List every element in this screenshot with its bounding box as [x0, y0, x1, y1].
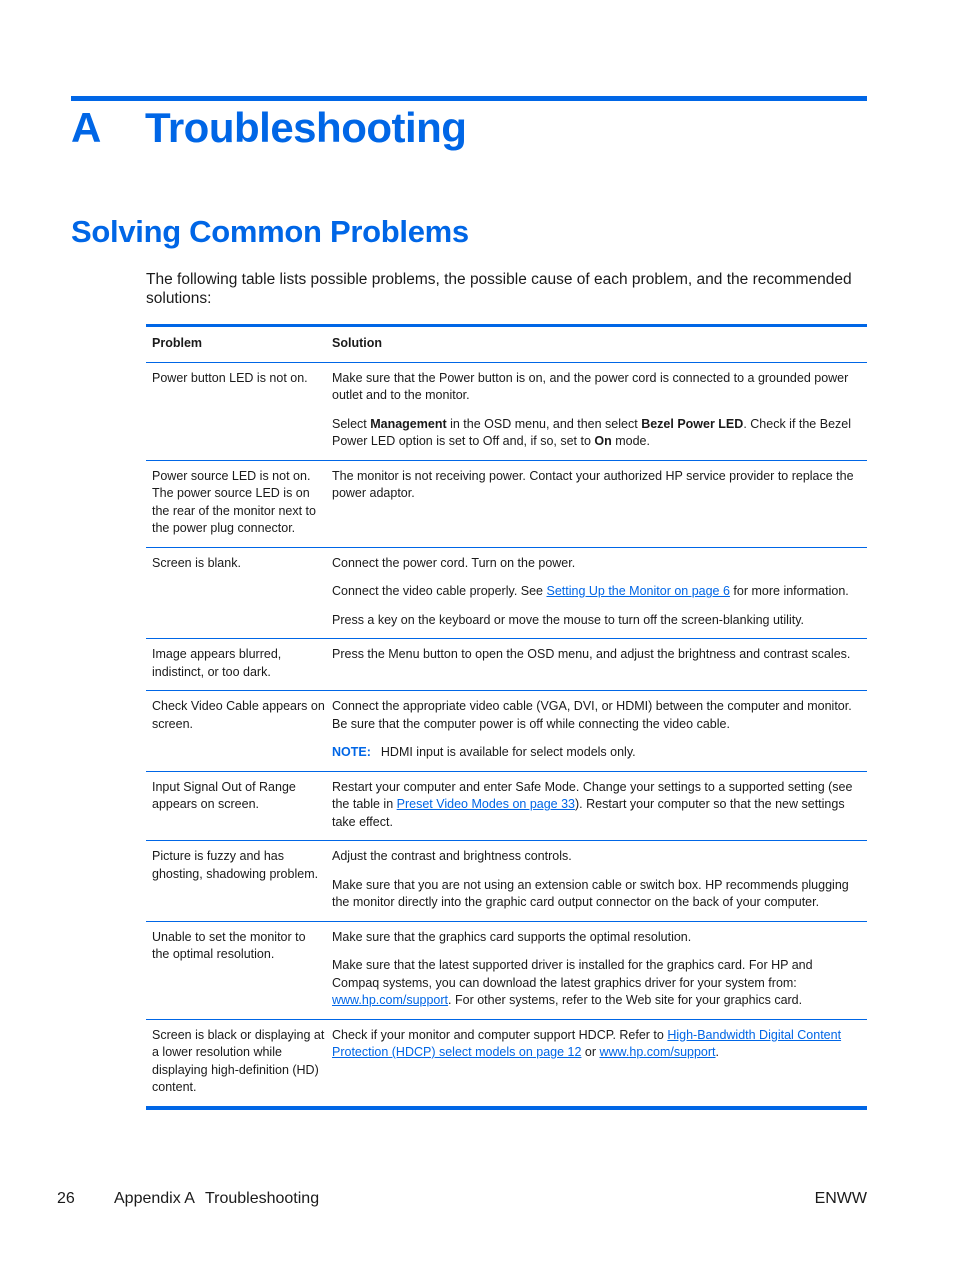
table-row: Check Video Cable appears on screen. Con… [146, 691, 867, 772]
note-text: HDMI input is available for select model… [380, 745, 636, 759]
solution-paragraph: Select Management in the OSD menu, and t… [332, 416, 861, 451]
solution-paragraph: Make sure that the Power button is on, a… [332, 370, 849, 403]
chapter-letter: A [71, 104, 101, 151]
page-number: 26 [57, 1190, 75, 1207]
solution-paragraph: Connect the power cord. Turn on the powe… [332, 555, 576, 570]
table-row: Screen is black or displaying at a lower… [146, 1020, 867, 1106]
footer-appendix: Appendix A [114, 1190, 195, 1207]
problem-cell: Screen is blank. [152, 555, 241, 570]
note-label: NOTE: [332, 745, 371, 759]
problem-cell: Power source LED is not on. The power so… [152, 468, 316, 536]
problem-cell: Input Signal Out of Range appears on scr… [152, 779, 296, 812]
table-row: Screen is blank. Connect the power cord.… [146, 548, 867, 639]
solution-paragraph: Connect the appropriate video cable (VGA… [332, 699, 852, 731]
header-problem: Problem [152, 336, 203, 350]
text: Check if your monitor and computer suppo… [332, 1027, 668, 1042]
solution-paragraph: Make sure that the latest supported driv… [332, 957, 861, 1010]
table-row: Input Signal Out of Range appears on scr… [146, 772, 867, 841]
problem-cell: Picture is fuzzy and has ghosting, shado… [152, 849, 319, 881]
text: Make sure that the latest supported driv… [332, 958, 813, 990]
chapter-title: Troubleshooting [145, 104, 467, 151]
solution-paragraph: Adjust the contrast and brightness contr… [332, 849, 572, 863]
footer-chapter: Troubleshooting [204, 1190, 320, 1207]
text: or [581, 1045, 600, 1059]
bold-term: Bezel Power LED [641, 416, 744, 431]
intro-paragraph: The following table lists possible probl… [146, 271, 852, 307]
solution-cell: Adjust the contrast and brightness contr… [326, 841, 867, 921]
preset-video-modes-link[interactable]: Preset Video Modes on page 33 [397, 797, 575, 811]
table-row: Power button LED is not on. Make sure th… [146, 363, 867, 461]
chapter-rule [71, 96, 867, 101]
table-row: Unable to set the monitor to the optimal… [146, 922, 867, 1020]
text: . [715, 1045, 720, 1059]
solution-cell: Connect the power cord. Turn on the powe… [326, 548, 867, 639]
text: Select [332, 416, 371, 431]
solution-paragraph: Make sure that you are not using an exte… [332, 877, 849, 910]
problem-cell: Power button LED is not on. [152, 370, 308, 385]
solution-cell: Restart your computer and enter Safe Mod… [326, 772, 867, 841]
solution-cell: The monitor is not receiving power. Cont… [326, 461, 867, 547]
hp-support-link[interactable]: www.hp.com/support [332, 993, 448, 1007]
problem-cell: Screen is black or displaying at a lower… [152, 1027, 325, 1095]
solution-cell: Make sure that the Power button is on, a… [326, 363, 867, 460]
solution-paragraph: Press the Menu button to open the OSD me… [332, 647, 851, 661]
solution-paragraph: Check if your monitor and computer suppo… [332, 1027, 861, 1062]
solution-cell: Connect the appropriate video cable (VGA… [326, 691, 867, 771]
running-footer: Appendix A Troubleshooting [114, 1190, 319, 1208]
table-row: Image appears blurred, indistinct, or to… [146, 639, 867, 691]
chapter-heading: A Troubleshooting [71, 104, 467, 152]
text: Connect the video cable properly. See [332, 584, 547, 598]
solution-cell: Make sure that the graphics card support… [326, 922, 867, 1019]
troubleshooting-table: Problem Solution Power button LED is not… [146, 324, 867, 1110]
bold-term: On [594, 434, 612, 448]
section-title: Solving Common Problems [71, 214, 469, 249]
solution-paragraph: Press a key on the keyboard or move the … [332, 612, 805, 627]
solution-paragraph: Connect the video cable properly. See Se… [332, 583, 861, 601]
text: in the OSD menu, and then select [446, 416, 642, 431]
table-header-row: Problem Solution [146, 327, 867, 363]
solution-cell: Check if your monitor and computer suppo… [326, 1020, 867, 1106]
solution-cell: Press the Menu button to open the OSD me… [326, 639, 867, 690]
solution-paragraph: Restart your computer and enter Safe Mod… [332, 779, 861, 832]
solution-paragraph: Make sure that the graphics card support… [332, 929, 692, 944]
setting-up-monitor-link[interactable]: Setting Up the Monitor on page 6 [546, 584, 729, 598]
text: mode. [611, 434, 650, 448]
text: . For other systems, refer to the Web si… [448, 993, 803, 1007]
document-code: ENWW [814, 1190, 867, 1207]
table-row: Power source LED is not on. The power so… [146, 461, 867, 548]
header-solution: Solution [332, 336, 382, 350]
solution-paragraph: The monitor is not receiving power. Cont… [332, 468, 854, 501]
problem-cell: Unable to set the monitor to the optimal… [152, 929, 306, 962]
hp-support-link[interactable]: www.hp.com/support [600, 1045, 716, 1059]
problem-cell: Check Video Cable appears on screen. [152, 699, 325, 731]
problem-cell: Image appears blurred, indistinct, or to… [152, 647, 282, 679]
table-row: Picture is fuzzy and has ghosting, shado… [146, 841, 867, 922]
bold-term: Management [370, 416, 447, 431]
text: for more information. [729, 584, 849, 598]
note: NOTE: HDMI input is available for select … [332, 744, 861, 762]
